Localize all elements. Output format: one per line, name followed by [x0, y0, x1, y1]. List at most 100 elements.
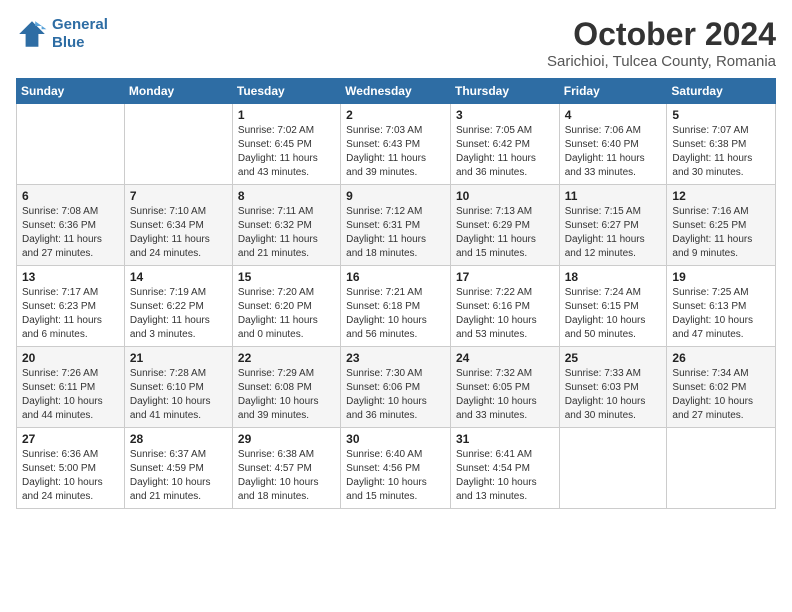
calendar-cell: 2 Sunrise: 7:03 AM Sunset: 6:43 PM Daylig… — [341, 104, 451, 185]
header-day: Monday — [124, 79, 232, 104]
calendar-cell: 18 Sunrise: 7:24 AM Sunset: 6:15 PM Dayli… — [559, 266, 667, 347]
calendar-cell: 29 Sunrise: 6:38 AM Sunset: 4:57 PM Dayli… — [232, 428, 340, 509]
day-number: 18 — [565, 270, 662, 284]
calendar-cell — [17, 104, 125, 185]
calendar-cell: 6 Sunrise: 7:08 AM Sunset: 6:36 PM Daylig… — [17, 185, 125, 266]
day-detail: Sunrise: 6:41 AM Sunset: 4:54 PM Dayligh… — [456, 448, 554, 504]
day-detail: Sunrise: 7:12 AM Sunset: 6:31 PM Dayligh… — [346, 205, 445, 261]
calendar-cell: 13Sunrise: 7:17 AM Sunset: 6:23 PM Dayli… — [17, 266, 125, 347]
calendar-cell: 3 Sunrise: 7:05 AM Sunset: 6:42 PM Daylig… — [450, 104, 559, 185]
calendar-cell: 16 Sunrise: 7:21 AM Sunset: 6:18 PM Dayli… — [341, 266, 451, 347]
day-detail: Sunrise: 7:24 AM Sunset: 6:15 PM Dayligh… — [565, 286, 662, 342]
calendar-cell: 17 Sunrise: 7:22 AM Sunset: 6:16 PM Dayli… — [450, 266, 559, 347]
day-detail: Sunrise: 7:25 AM Sunset: 6:13 PM Dayligh… — [672, 286, 770, 342]
calendar-cell: 26Sunrise: 7:34 AM Sunset: 6:02 PM Dayli… — [667, 347, 776, 428]
day-detail: Sunrise: 7:32 AM Sunset: 6:05 PM Dayligh… — [456, 367, 554, 423]
day-detail: Sunrise: 7:02 AM Sunset: 6:45 PM Dayligh… — [238, 124, 335, 180]
day-detail: Sunrise: 7:22 AM Sunset: 6:16 PM Dayligh… — [456, 286, 554, 342]
calendar-cell: 24 Sunrise: 7:32 AM Sunset: 6:05 PM Dayli… — [450, 347, 559, 428]
calendar-body: 1 Sunrise: 7:02 AM Sunset: 6:45 PM Daylig… — [17, 104, 776, 509]
day-number: 17 — [456, 270, 554, 284]
calendar-cell: 20Sunrise: 7:26 AM Sunset: 6:11 PM Dayli… — [17, 347, 125, 428]
calendar-week: 27Sunrise: 6:36 AM Sunset: 5:00 PM Dayli… — [17, 428, 776, 509]
day-number: 4 — [565, 108, 662, 122]
day-number: 29 — [238, 432, 335, 446]
day-detail: Sunrise: 6:38 AM Sunset: 4:57 PM Dayligh… — [238, 448, 335, 504]
calendar-week: 6 Sunrise: 7:08 AM Sunset: 6:36 PM Daylig… — [17, 185, 776, 266]
month-title: October 2024 — [547, 16, 776, 53]
calendar-header: SundayMondayTuesdayWednesdayThursdayFrid… — [17, 79, 776, 104]
calendar-cell — [559, 428, 667, 509]
day-number: 22 — [238, 351, 335, 365]
day-detail: Sunrise: 7:21 AM Sunset: 6:18 PM Dayligh… — [346, 286, 445, 342]
day-number: 15 — [238, 270, 335, 284]
header-day: Thursday — [450, 79, 559, 104]
day-number: 11 — [565, 189, 662, 203]
calendar-week: 1 Sunrise: 7:02 AM Sunset: 6:45 PM Daylig… — [17, 104, 776, 185]
day-number: 31 — [456, 432, 554, 446]
header-day: Tuesday — [232, 79, 340, 104]
day-number: 1 — [238, 108, 335, 122]
calendar-cell: 5 Sunrise: 7:07 AM Sunset: 6:38 PM Daylig… — [667, 104, 776, 185]
logo-text: General Blue — [52, 16, 108, 52]
day-detail: Sunrise: 7:28 AM Sunset: 6:10 PM Dayligh… — [130, 367, 227, 423]
day-number: 8 — [238, 189, 335, 203]
day-number: 13 — [22, 270, 119, 284]
day-detail: Sunrise: 7:34 AM Sunset: 6:02 PM Dayligh… — [672, 367, 770, 423]
calendar-cell: 30 Sunrise: 6:40 AM Sunset: 4:56 PM Dayli… — [341, 428, 451, 509]
calendar-cell: 1 Sunrise: 7:02 AM Sunset: 6:45 PM Daylig… — [232, 104, 340, 185]
day-detail: Sunrise: 7:10 AM Sunset: 6:34 PM Dayligh… — [130, 205, 227, 261]
day-number: 23 — [346, 351, 445, 365]
day-number: 5 — [672, 108, 770, 122]
day-detail: Sunrise: 7:11 AM Sunset: 6:32 PM Dayligh… — [238, 205, 335, 261]
day-detail: Sunrise: 6:37 AM Sunset: 4:59 PM Dayligh… — [130, 448, 227, 504]
day-number: 3 — [456, 108, 554, 122]
header-day: Wednesday — [341, 79, 451, 104]
day-detail: Sunrise: 7:05 AM Sunset: 6:42 PM Dayligh… — [456, 124, 554, 180]
calendar-cell: 22 Sunrise: 7:29 AM Sunset: 6:08 PM Dayli… — [232, 347, 340, 428]
day-detail: Sunrise: 7:13 AM Sunset: 6:29 PM Dayligh… — [456, 205, 554, 261]
day-number: 30 — [346, 432, 445, 446]
page-header: General Blue October 2024 Sarichioi, Tul… — [16, 16, 776, 70]
day-detail: Sunrise: 6:40 AM Sunset: 4:56 PM Dayligh… — [346, 448, 445, 504]
day-detail: Sunrise: 7:29 AM Sunset: 6:08 PM Dayligh… — [238, 367, 335, 423]
day-number: 28 — [130, 432, 227, 446]
day-detail: Sunrise: 7:03 AM Sunset: 6:43 PM Dayligh… — [346, 124, 445, 180]
day-detail: Sunrise: 7:26 AM Sunset: 6:11 PM Dayligh… — [22, 367, 119, 423]
day-detail: Sunrise: 7:08 AM Sunset: 6:36 PM Dayligh… — [22, 205, 119, 261]
day-detail: Sunrise: 7:33 AM Sunset: 6:03 PM Dayligh… — [565, 367, 662, 423]
day-detail: Sunrise: 7:15 AM Sunset: 6:27 PM Dayligh… — [565, 205, 662, 261]
day-number: 9 — [346, 189, 445, 203]
day-number: 2 — [346, 108, 445, 122]
calendar-cell: 19 Sunrise: 7:25 AM Sunset: 6:13 PM Dayli… — [667, 266, 776, 347]
day-detail: Sunrise: 7:06 AM Sunset: 6:40 PM Dayligh… — [565, 124, 662, 180]
calendar-cell: 25Sunrise: 7:33 AM Sunset: 6:03 PM Dayli… — [559, 347, 667, 428]
calendar-cell: 9 Sunrise: 7:12 AM Sunset: 6:31 PM Daylig… — [341, 185, 451, 266]
day-detail: Sunrise: 7:20 AM Sunset: 6:20 PM Dayligh… — [238, 286, 335, 342]
logo: General Blue — [16, 16, 108, 52]
day-number: 6 — [22, 189, 119, 203]
day-number: 14 — [130, 270, 227, 284]
header-day: Saturday — [667, 79, 776, 104]
day-number: 7 — [130, 189, 227, 203]
day-number: 21 — [130, 351, 227, 365]
calendar-table: SundayMondayTuesdayWednesdayThursdayFrid… — [16, 78, 776, 509]
calendar-cell: 23Sunrise: 7:30 AM Sunset: 6:06 PM Dayli… — [341, 347, 451, 428]
calendar-cell: 7 Sunrise: 7:10 AM Sunset: 6:34 PM Daylig… — [124, 185, 232, 266]
day-number: 16 — [346, 270, 445, 284]
day-detail: Sunrise: 7:19 AM Sunset: 6:22 PM Dayligh… — [130, 286, 227, 342]
header-day: Friday — [559, 79, 667, 104]
calendar-cell: 14 Sunrise: 7:19 AM Sunset: 6:22 PM Dayli… — [124, 266, 232, 347]
day-number: 24 — [456, 351, 554, 365]
calendar-cell: 21 Sunrise: 7:28 AM Sunset: 6:10 PM Dayli… — [124, 347, 232, 428]
calendar-cell: 10Sunrise: 7:13 AM Sunset: 6:29 PM Dayli… — [450, 185, 559, 266]
calendar-cell: 31 Sunrise: 6:41 AM Sunset: 4:54 PM Dayli… — [450, 428, 559, 509]
day-detail: Sunrise: 6:36 AM Sunset: 5:00 PM Dayligh… — [22, 448, 119, 504]
day-number: 19 — [672, 270, 770, 284]
title-block: October 2024 Sarichioi, Tulcea County, R… — [547, 16, 776, 70]
calendar-cell: 4 Sunrise: 7:06 AM Sunset: 6:40 PM Daylig… — [559, 104, 667, 185]
day-number: 12 — [672, 189, 770, 203]
day-detail: Sunrise: 7:07 AM Sunset: 6:38 PM Dayligh… — [672, 124, 770, 180]
day-detail: Sunrise: 7:16 AM Sunset: 6:25 PM Dayligh… — [672, 205, 770, 261]
calendar-week: 13Sunrise: 7:17 AM Sunset: 6:23 PM Dayli… — [17, 266, 776, 347]
